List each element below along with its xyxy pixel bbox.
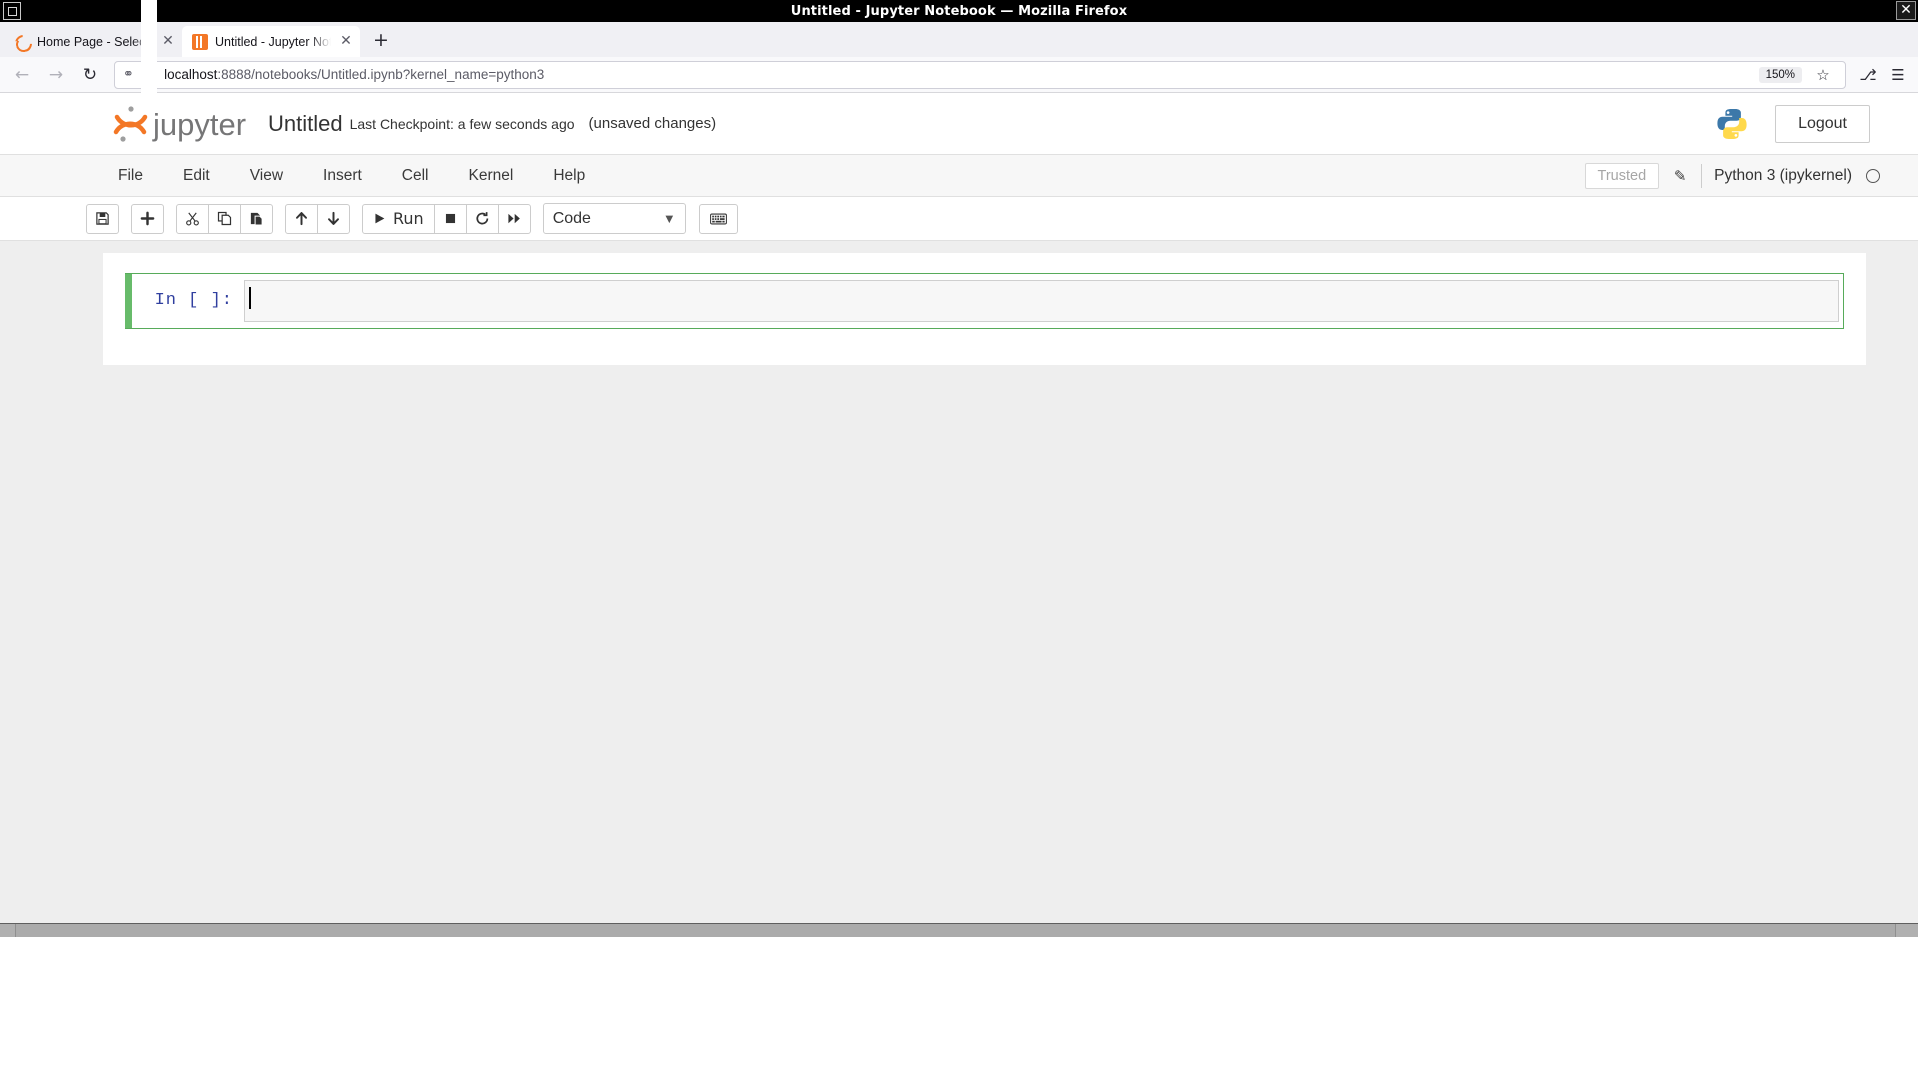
jupyter-header: jupyter Untitled Last Checkpoint: a few … bbox=[0, 93, 1918, 155]
toolbar-group-insert bbox=[131, 204, 164, 234]
move-cell-down-button[interactable] bbox=[317, 204, 350, 234]
toolbar-group-save bbox=[86, 204, 119, 234]
menu-item-view[interactable]: View bbox=[230, 156, 303, 196]
menu-item-edit[interactable]: Edit bbox=[163, 156, 230, 196]
toolbar-group-clipboard bbox=[176, 204, 273, 234]
window-close-button[interactable]: ✕ bbox=[1896, 1, 1916, 20]
paste-cells-button[interactable] bbox=[240, 204, 273, 234]
kernel-name-label[interactable]: Python 3 (ipykernel) bbox=[1714, 167, 1852, 185]
notebook-cell[interactable]: In [ ]: bbox=[125, 273, 1844, 329]
cell-type-select[interactable]: Code ▼ bbox=[543, 203, 686, 234]
browser-tab-strip: Home Page - Select or cre ✕ Untitled - J… bbox=[0, 22, 1918, 57]
toolbar-group-run: Run bbox=[362, 204, 531, 234]
jupyter-notebook-page: jupyter Untitled Last Checkpoint: a few … bbox=[0, 93, 1918, 923]
browser-tab-label: Home Page - Select or cre bbox=[37, 35, 153, 49]
jupyter-header-right: Logout bbox=[1715, 105, 1870, 143]
restart-kernel-button[interactable] bbox=[466, 204, 499, 234]
menu-item-kernel[interactable]: Kernel bbox=[449, 156, 534, 196]
copy-cells-button[interactable] bbox=[208, 204, 241, 234]
jupyter-toolbar: Run Code ▼ bbox=[0, 197, 1918, 241]
text-caret bbox=[249, 287, 251, 309]
logout-button[interactable]: Logout bbox=[1775, 105, 1870, 143]
hamburger-menu-icon[interactable]: ☰ bbox=[1884, 66, 1912, 84]
pencil-icon[interactable]: ✎ bbox=[1659, 167, 1701, 185]
url-path: :8888/notebooks/Untitled.ipynb?kernel_na… bbox=[217, 67, 544, 82]
notebook-body: In [ ]: bbox=[0, 241, 1918, 923]
trusted-badge: Trusted bbox=[1585, 163, 1660, 189]
insert-cell-below-button[interactable] bbox=[131, 204, 164, 234]
browser-nav-bar: ← → ↻ ⚭ 📄 localhost:8888/notebooks/Untit… bbox=[0, 57, 1918, 93]
menu-item-file[interactable]: File bbox=[98, 156, 163, 196]
play-icon bbox=[373, 212, 386, 225]
restart-run-all-button[interactable] bbox=[498, 204, 531, 234]
scrollbar-thumb[interactable] bbox=[16, 924, 1896, 937]
window-title: Untitled - Jupyter Notebook — Mozilla Fi… bbox=[0, 4, 1918, 19]
save-status-label: (unsaved changes) bbox=[589, 115, 717, 132]
reload-icon[interactable]: ↻ bbox=[74, 60, 106, 90]
jupyter-menu-bar-right: Trusted ✎ Python 3 (ipykernel) bbox=[1585, 163, 1918, 189]
notebook-icon bbox=[192, 34, 208, 50]
cell-selection-bar bbox=[125, 274, 132, 328]
back-icon[interactable]: ← bbox=[6, 60, 38, 90]
svg-text:jupyter: jupyter bbox=[152, 107, 246, 142]
close-icon[interactable]: ✕ bbox=[160, 34, 176, 50]
menu-item-help[interactable]: Help bbox=[533, 156, 605, 196]
bookmark-star-icon[interactable]: ☆ bbox=[1809, 66, 1837, 84]
menu-item-cell[interactable]: Cell bbox=[382, 156, 449, 196]
run-cell-button[interactable]: Run bbox=[362, 204, 435, 234]
notebook-sheet: In [ ]: bbox=[103, 253, 1866, 365]
cut-cells-button[interactable] bbox=[176, 204, 209, 234]
toolbar-group-move bbox=[285, 204, 350, 234]
move-cell-up-button[interactable] bbox=[285, 204, 318, 234]
forward-icon[interactable]: → bbox=[40, 60, 72, 90]
close-icon[interactable]: ✕ bbox=[338, 34, 354, 50]
cell-prompt-label: In [ ]: bbox=[132, 274, 244, 328]
last-checkpoint-label: Last Checkpoint: a few seconds ago bbox=[350, 116, 575, 132]
python-logo-icon bbox=[1715, 107, 1749, 141]
notebook-name[interactable]: Untitled bbox=[268, 111, 343, 137]
interrupt-kernel-button[interactable] bbox=[434, 204, 467, 234]
os-title-bar: Untitled - Jupyter Notebook — Mozilla Fi… bbox=[0, 0, 1918, 22]
cell-code-input[interactable] bbox=[244, 280, 1839, 322]
kernel-idle-circle-icon bbox=[1866, 169, 1880, 183]
run-button-label: Run bbox=[393, 209, 424, 228]
jupyter-icon bbox=[14, 34, 30, 50]
horizontal-scrollbar[interactable] bbox=[0, 923, 1918, 937]
browser-tab-untitled-notebook[interactable]: Untitled - Jupyter Notebo ✕ bbox=[182, 26, 360, 57]
cell-type-value: Code bbox=[553, 210, 591, 228]
jupyter-logo-icon[interactable]: jupyter bbox=[110, 102, 260, 146]
scroll-left-button[interactable] bbox=[0, 924, 16, 937]
divider bbox=[1701, 164, 1702, 188]
menu-item-insert[interactable]: Insert bbox=[303, 156, 382, 196]
url-bar[interactable]: ⚭ 📄 localhost:8888/notebooks/Untitled.ip… bbox=[114, 61, 1846, 89]
chevron-down-icon: ▼ bbox=[663, 211, 676, 226]
url-host: localhost bbox=[164, 67, 217, 82]
command-palette-button[interactable] bbox=[699, 204, 738, 234]
shield-icon[interactable]: ⚭ bbox=[123, 67, 134, 82]
zoom-level-badge[interactable]: 150% bbox=[1759, 67, 1802, 83]
pocket-save-icon[interactable]: ⎇ bbox=[1854, 66, 1882, 84]
jupyter-menu-bar: File Edit View Insert Cell Kernel Help T… bbox=[0, 155, 1918, 197]
save-checkpoint-button[interactable] bbox=[86, 204, 119, 234]
browser-tab-label: Untitled - Jupyter Notebo bbox=[215, 35, 331, 49]
scroll-right-button[interactable] bbox=[1896, 924, 1918, 937]
url-text: localhost:8888/notebooks/Untitled.ipynb?… bbox=[164, 67, 544, 82]
new-tab-button[interactable]: + bbox=[366, 26, 396, 56]
